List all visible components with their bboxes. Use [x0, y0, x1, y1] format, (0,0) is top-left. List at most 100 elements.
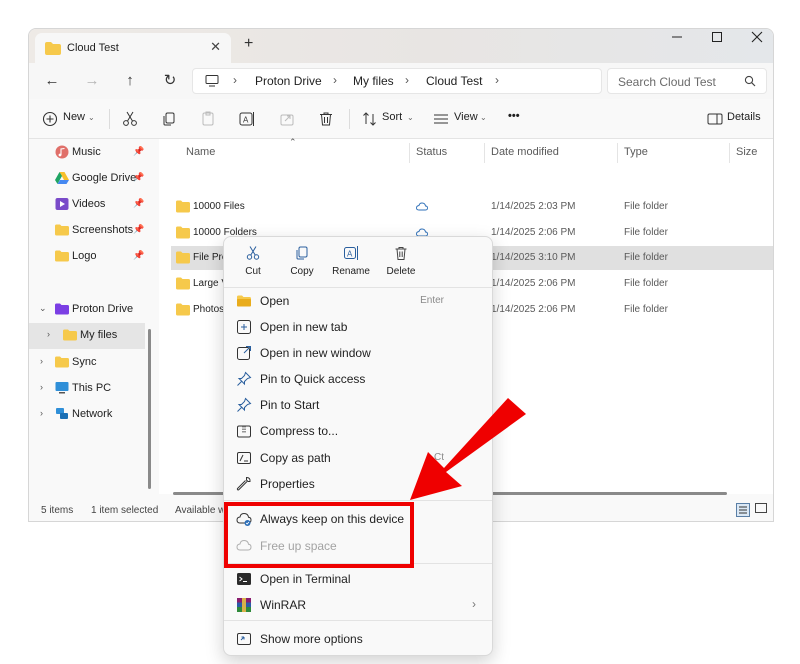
sidebar-item-this-pc[interactable]: › This PC: [29, 376, 145, 402]
delete-icon: [395, 247, 407, 260]
folder-icon: [63, 329, 77, 341]
menu-item-show-more-options[interactable]: Show more options: [228, 626, 488, 652]
menu-item-open-terminal[interactable]: Open in Terminal: [228, 566, 488, 592]
minimize-button[interactable]: [665, 31, 689, 51]
chevron-down-icon[interactable]: ⌄: [39, 303, 47, 314]
up-button[interactable]: ↑: [118, 70, 142, 92]
details-button[interactable]: Details: [727, 111, 761, 123]
tiles-view-icon[interactable]: [755, 503, 767, 515]
column-separator[interactable]: [729, 143, 730, 163]
sidebar-item-music[interactable]: Music 📌: [29, 140, 145, 166]
chevron-right-icon[interactable]: ›: [40, 408, 43, 418]
column-size[interactable]: Size: [736, 146, 757, 158]
sidebar-item-my-files[interactable]: › My files: [29, 323, 145, 349]
file-date: 1/14/2025 2:06 PM: [491, 304, 576, 315]
pin-icon[interactable]: 📌: [133, 224, 144, 235]
sidebar-item-google-drive[interactable]: Google Drive 📌: [29, 166, 145, 192]
menu-item-pin-quick-access[interactable]: Pin to Quick access: [228, 366, 488, 392]
breadcrumb-proton-drive[interactable]: Proton Drive: [255, 74, 322, 88]
sidebar-scrollbar[interactable]: [148, 329, 151, 489]
column-date-modified[interactable]: Date modified: [491, 146, 559, 158]
sidebar-item-screenshots[interactable]: Screenshots 📌: [29, 218, 145, 244]
breadcrumb-my-files[interactable]: My files: [353, 74, 394, 88]
maximize-button[interactable]: [705, 31, 729, 51]
column-name[interactable]: Name: [186, 146, 215, 158]
menu-item-open[interactable]: Open Enter: [228, 288, 488, 314]
folder-icon: [55, 356, 69, 368]
pin-icon: [237, 371, 252, 386]
context-menu: Cut Copy A Rename Delete Open Enter Open…: [223, 236, 493, 656]
pin-icon[interactable]: 📌: [133, 172, 144, 183]
cut-icon[interactable]: [121, 110, 139, 128]
close-window-button[interactable]: [745, 31, 769, 51]
cut-icon: [246, 246, 260, 260]
menu-separator: [224, 500, 492, 501]
new-button[interactable]: New: [63, 111, 85, 123]
status-item-count: 5 items: [41, 505, 74, 516]
search-box[interactable]: Search Cloud Test: [607, 68, 767, 94]
pin-icon[interactable]: 📌: [133, 250, 144, 261]
column-separator[interactable]: [484, 143, 485, 163]
copy-path-icon: [237, 452, 251, 464]
shortcut-text: Enter: [420, 295, 444, 306]
sidebar-item-network[interactable]: › Network: [29, 402, 145, 428]
details-view-icon[interactable]: [736, 503, 750, 517]
new-tab-button[interactable]: +: [244, 35, 253, 53]
close-tab-icon[interactable]: ✕: [210, 39, 221, 55]
paste-icon[interactable]: [199, 110, 217, 128]
copy-button[interactable]: Copy: [277, 245, 327, 283]
cut-button[interactable]: Cut: [228, 245, 278, 283]
search-input[interactable]: Search Cloud Test: [618, 75, 716, 89]
command-bar: New ⌄ A Sort ⌄ View ⌄ ••• Details: [29, 99, 773, 139]
column-status[interactable]: Status: [416, 146, 447, 158]
file-date: 1/14/2025 2:03 PM: [491, 201, 576, 212]
chevron-right-icon[interactable]: ›: [47, 329, 50, 339]
delete-button[interactable]: Delete: [376, 245, 426, 283]
sidebar-item-logo[interactable]: Logo 📌: [29, 244, 145, 270]
annotation-highlight-box: [224, 502, 414, 568]
sidebar-item-sync[interactable]: › Sync: [29, 350, 145, 376]
more-options-button[interactable]: •••: [508, 110, 520, 122]
details-pane-icon: [707, 113, 723, 125]
music-icon: [55, 145, 69, 159]
rename-button[interactable]: A Rename: [326, 245, 376, 283]
delete-icon[interactable]: [317, 110, 335, 128]
sidebar-item-videos[interactable]: Videos 📌: [29, 192, 145, 218]
shortcut-text: nter: [426, 478, 444, 489]
view-button[interactable]: View: [454, 111, 478, 123]
forward-button[interactable]: →: [80, 70, 104, 92]
menu-item-winrar[interactable]: WinRAR ›: [228, 592, 488, 618]
chevron-right-icon[interactable]: ›: [40, 356, 43, 366]
chevron-down-icon: ⌄: [88, 113, 95, 122]
copy-icon: [296, 246, 308, 260]
pin-icon[interactable]: 📌: [133, 146, 144, 157]
menu-item-compress[interactable]: Compress to...: [228, 418, 488, 444]
tab-cloud-test[interactable]: Cloud Test ✕: [35, 33, 231, 63]
column-type[interactable]: Type: [624, 146, 648, 158]
file-date: 1/14/2025 3:10 PM: [491, 252, 576, 263]
menu-item-open-new-tab[interactable]: Open in new tab: [228, 314, 488, 340]
network-icon: [56, 408, 68, 419]
menu-item-open-new-window[interactable]: Open in new window: [228, 340, 488, 366]
breadcrumb-cloud-test[interactable]: Cloud Test: [426, 74, 482, 88]
menu-item-pin-start[interactable]: Pin to Start: [228, 392, 488, 418]
chevron-down-icon: ⌄: [480, 113, 487, 122]
table-row[interactable]: 10000 Files 1/14/2025 2:03 PM File folde…: [171, 195, 773, 219]
sidebar-item-proton-drive[interactable]: ⌄ Proton Drive: [29, 297, 145, 323]
menu-item-properties[interactable]: Properties nter: [228, 471, 488, 497]
winrar-icon: [237, 598, 251, 612]
back-button[interactable]: ←: [40, 70, 64, 92]
breadcrumb[interactable]: › Proton Drive › My files › Cloud Test ›: [192, 68, 602, 94]
sort-button[interactable]: Sort: [382, 111, 402, 123]
pin-icon[interactable]: 📌: [133, 198, 144, 209]
menu-item-copy-path[interactable]: Copy as path Ct: [228, 445, 488, 471]
copy-icon[interactable]: [160, 110, 178, 128]
share-icon[interactable]: [278, 110, 296, 128]
file-date: 1/14/2025 2:06 PM: [491, 278, 576, 289]
refresh-button[interactable]: ↻: [158, 70, 182, 92]
column-separator[interactable]: [409, 143, 410, 163]
svg-text:A: A: [243, 116, 249, 125]
column-separator[interactable]: [617, 143, 618, 163]
rename-icon[interactable]: A: [238, 110, 256, 128]
chevron-right-icon[interactable]: ›: [40, 382, 43, 392]
